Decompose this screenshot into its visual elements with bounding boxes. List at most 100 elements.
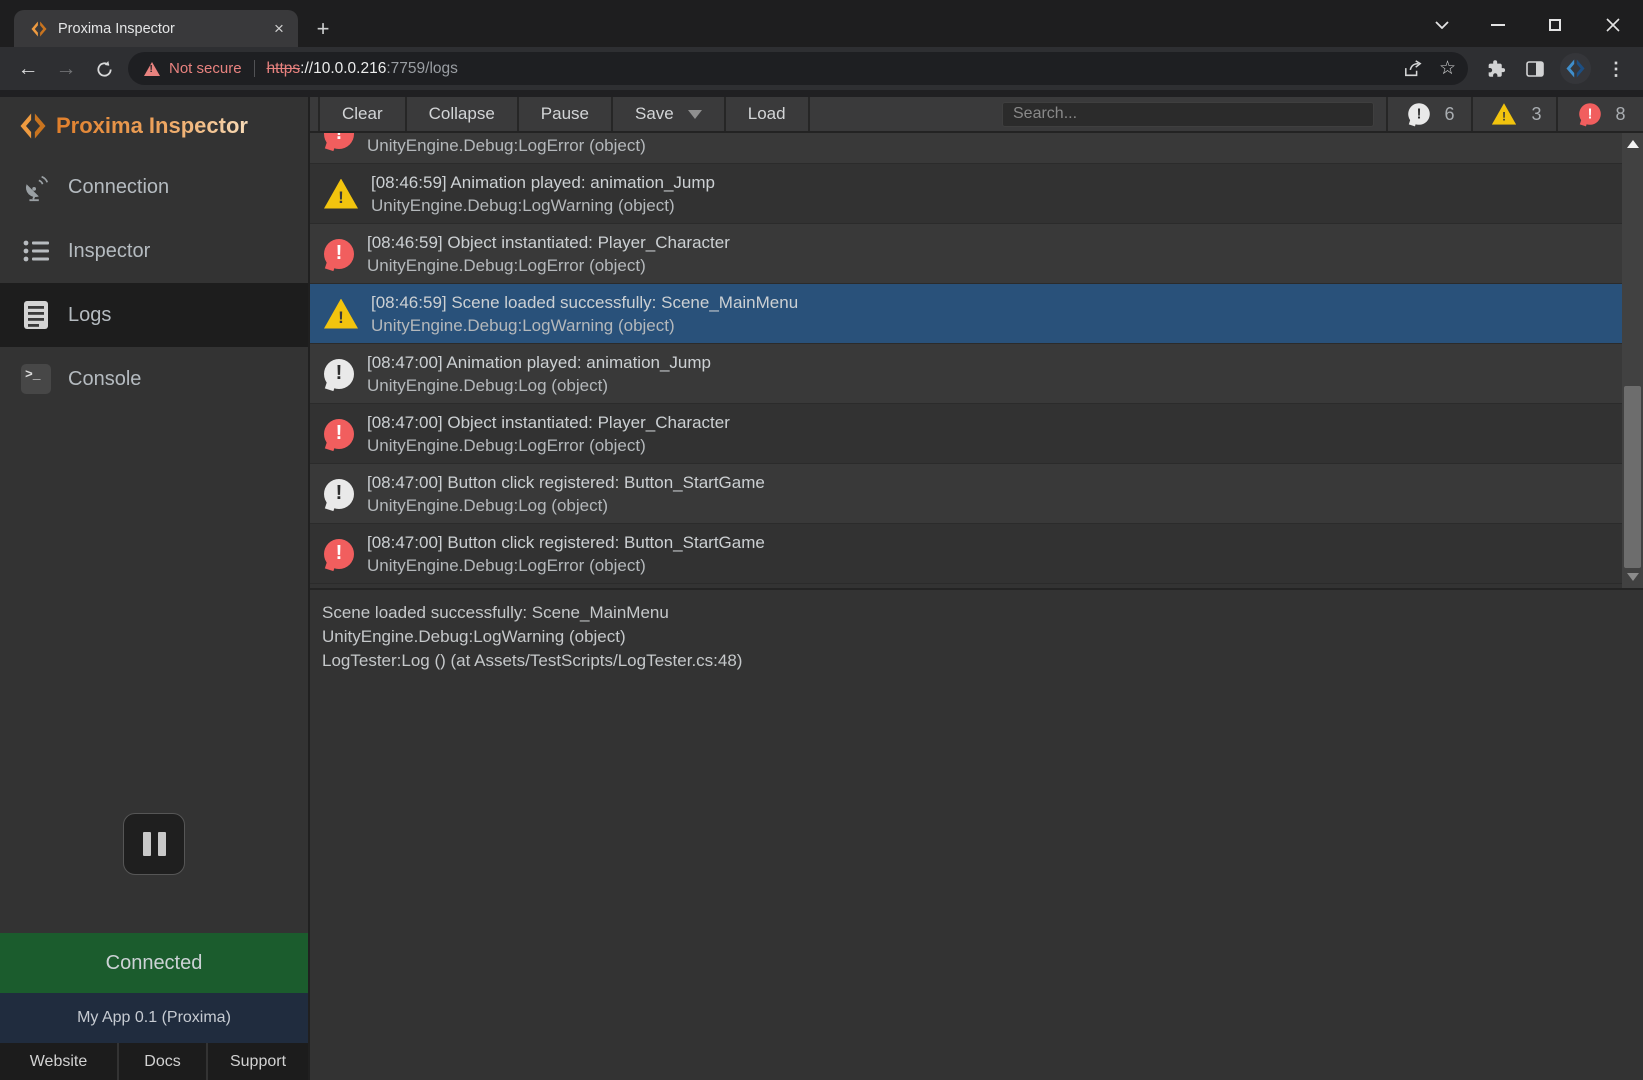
clear-button[interactable]: Clear	[318, 97, 407, 131]
warning-count-filter[interactable]: 3	[1471, 97, 1556, 131]
error-icon	[1580, 103, 1602, 125]
app-info-bar: My App 0.1 (Proxima)	[0, 993, 308, 1043]
log-row[interactable]: [08:47:00] Button click registered: Butt…	[310, 464, 1622, 524]
logs-toolbar: Clear Collapse Pause Save Load 6 3 8	[310, 97, 1643, 133]
log-row[interactable]: UnityEngine.Debug:LogError (object)	[310, 133, 1622, 164]
info-icon	[1409, 103, 1431, 125]
footer-link-website[interactable]: Website	[0, 1043, 117, 1080]
log-source: UnityEngine.Debug:Log (object)	[367, 496, 608, 515]
sidebar-item-inspector[interactable]: Inspector	[0, 219, 308, 283]
window-close-button[interactable]	[1600, 14, 1626, 36]
browser-titlebar: Proxima Inspector × +	[0, 0, 1643, 47]
window-maximize-button[interactable]	[1542, 14, 1568, 36]
warning-icon	[324, 299, 358, 329]
extensions-puzzle-icon[interactable]	[1482, 55, 1510, 83]
window-minimize-button[interactable]	[1485, 14, 1511, 36]
info-icon	[324, 359, 354, 389]
log-row[interactable]: [08:46:59] Object instantiated: Player_C…	[310, 224, 1622, 284]
log-message: [08:47:00] Button click registered: Butt…	[367, 533, 765, 552]
sidebar-item-connection[interactable]: Connection	[0, 155, 308, 219]
detail-line: Scene loaded successfully: Scene_MainMen…	[322, 601, 1643, 625]
proxima-favicon-icon	[30, 20, 48, 38]
log-message: [08:47:00] Animation played: animation_J…	[367, 353, 711, 372]
satellite-icon	[20, 171, 52, 203]
page-top-border	[0, 90, 1643, 97]
logs-panel: Clear Collapse Pause Save Load 6 3 8	[310, 97, 1643, 1080]
sidebar-item-label: Connection	[68, 176, 169, 199]
omnibox-divider	[254, 60, 255, 77]
app-logo-text: Proxima Inspector	[56, 113, 248, 139]
log-row[interactable]: [08:47:00] Animation played: animation_J…	[310, 344, 1622, 404]
not-secure-warning-icon	[144, 62, 160, 76]
detail-line: UnityEngine.Debug:LogWarning (object)	[322, 625, 1643, 649]
scroll-down-arrow-icon[interactable]	[1627, 573, 1639, 581]
browser-tab[interactable]: Proxima Inspector ×	[14, 10, 298, 47]
sidebar-item-console[interactable]: >_ Console	[0, 347, 308, 411]
error-icon	[324, 239, 354, 269]
log-row[interactable]: [08:47:00] Button click registered: Butt…	[310, 524, 1622, 584]
scrollbar-thumb[interactable]	[1624, 386, 1641, 568]
info-icon	[324, 479, 354, 509]
pause-icon	[158, 832, 166, 856]
forward-icon: →	[50, 53, 82, 85]
footer-link-support[interactable]: Support	[208, 1043, 308, 1080]
log-list-scrollbar[interactable]	[1622, 133, 1643, 588]
browser-window: Proxima Inspector × + ← → Not secure	[0, 0, 1643, 1080]
url-scheme: https	[267, 60, 301, 77]
log-message: [08:47:00] Button click registered: Butt…	[367, 473, 765, 492]
profile-avatar[interactable]	[1560, 53, 1591, 84]
tab-search-chevron-icon[interactable]	[1429, 14, 1455, 36]
new-tab-button[interactable]: +	[310, 17, 336, 43]
save-button[interactable]: Save	[613, 97, 726, 131]
tab-close-icon[interactable]: ×	[270, 20, 288, 38]
reload-icon[interactable]	[88, 53, 120, 85]
log-row[interactable]: [08:46:59] Scene loaded successfully: Sc…	[310, 284, 1622, 344]
share-icon[interactable]	[1403, 60, 1423, 78]
side-panel-icon[interactable]	[1521, 55, 1549, 83]
search-input[interactable]	[1002, 102, 1374, 127]
url-host: ://10.0.0.216	[300, 60, 386, 77]
sidebar-item-label: Console	[68, 368, 141, 391]
error-icon	[324, 539, 354, 569]
sidebar-footer: Website Docs Support	[0, 1043, 308, 1080]
log-source: UnityEngine.Debug:LogWarning (object)	[371, 196, 675, 215]
warning-icon	[1492, 103, 1516, 125]
sidebar-item-label: Logs	[68, 304, 111, 327]
log-source: UnityEngine.Debug:LogError (object)	[367, 256, 646, 275]
pause-stream-button[interactable]	[123, 813, 185, 875]
browser-menu-dots-icon[interactable]: ⋮	[1602, 55, 1630, 83]
url-path: :7759/logs	[386, 60, 458, 77]
sidebar-item-logs[interactable]: Logs	[0, 283, 308, 347]
log-message: [08:47:00] Object instantiated: Player_C…	[367, 413, 730, 432]
url-text[interactable]: https://10.0.0.216:7759/logs	[267, 60, 458, 78]
scroll-up-arrow-icon[interactable]	[1627, 140, 1639, 148]
not-secure-label[interactable]: Not secure	[169, 60, 242, 77]
pause-button[interactable]: Pause	[519, 97, 613, 131]
log-message: [08:46:59] Scene loaded successfully: Sc…	[371, 293, 798, 312]
log-list: UnityEngine.Debug:LogError (object) [08:…	[310, 133, 1643, 588]
info-count-filter[interactable]: 6	[1386, 97, 1471, 131]
bookmark-star-icon[interactable]: ☆	[1439, 57, 1456, 80]
log-row[interactable]: [08:46:59] Animation played: animation_J…	[310, 164, 1622, 224]
bullet-list-icon	[20, 235, 52, 267]
load-button[interactable]: Load	[726, 97, 810, 131]
log-source: UnityEngine.Debug:Log (object)	[367, 376, 608, 395]
log-detail-pane: Scene loaded successfully: Scene_MainMen…	[310, 588, 1643, 1080]
log-row[interactable]: [08:47:00] Object instantiated: Player_C…	[310, 404, 1622, 464]
log-message: [08:46:59] Object instantiated: Player_C…	[367, 233, 730, 252]
error-count-filter[interactable]: 8	[1556, 97, 1643, 131]
save-dropdown-caret-icon[interactable]	[688, 110, 702, 119]
sidebar-item-label: Inspector	[68, 240, 150, 263]
log-source: UnityEngine.Debug:LogError (object)	[367, 556, 646, 575]
warning-icon	[324, 179, 358, 209]
footer-link-docs[interactable]: Docs	[117, 1043, 208, 1080]
terminal-icon: >_	[20, 363, 52, 395]
omnibox[interactable]: Not secure https://10.0.0.216:7759/logs …	[128, 52, 1468, 85]
document-icon	[20, 299, 52, 331]
pause-icon	[143, 832, 151, 856]
tab-title: Proxima Inspector	[58, 21, 270, 37]
app-logo: Proxima Inspector	[0, 97, 308, 155]
back-icon[interactable]: ←	[12, 53, 44, 85]
error-icon	[324, 133, 354, 149]
collapse-button[interactable]: Collapse	[407, 97, 519, 131]
